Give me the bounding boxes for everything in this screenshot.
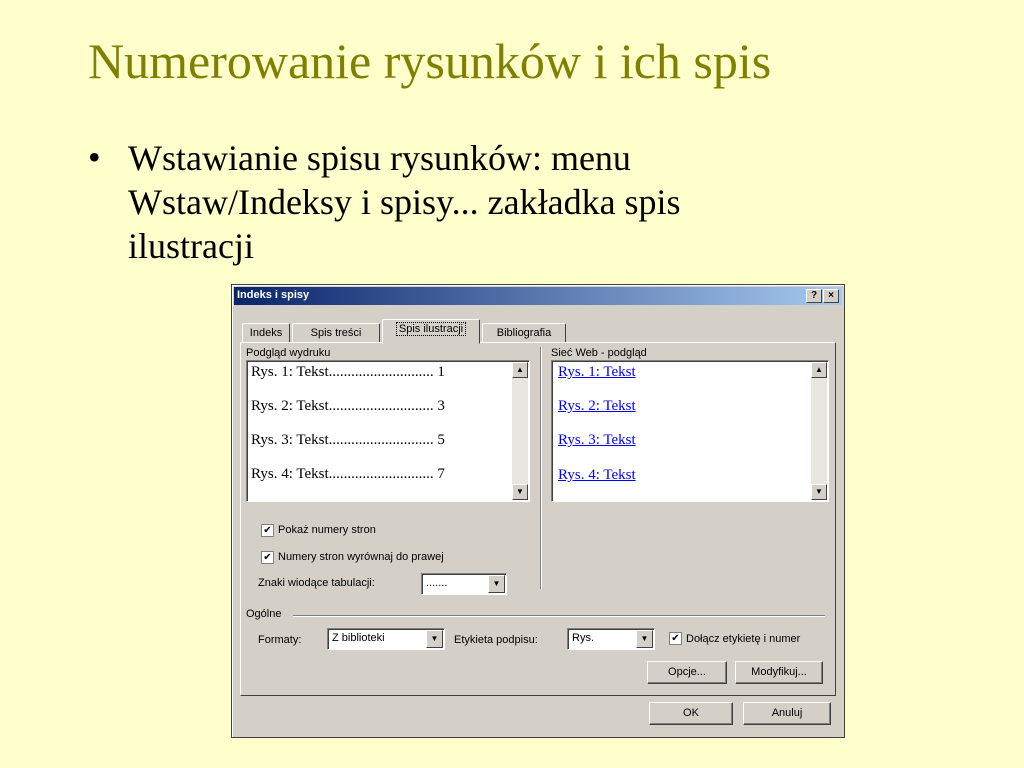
tab-panel-figures: Podgląd wydruku Rys. 1: Tekst...........… [240, 342, 836, 696]
preview-row-text: Rys. 1: Tekst [251, 364, 329, 380]
formats-select[interactable]: Z biblioteki ▼ [327, 628, 445, 650]
options-button[interactable]: Opcje... [647, 661, 727, 684]
web-preview-box[interactable]: Rys. 1: Tekst Rys. 2: Tekst Rys. 3: Teks… [551, 360, 829, 502]
tab-toc[interactable]: Spis treści [292, 323, 380, 343]
bullet-line-2: Wstaw/Indeksy i spisy... zakładka spis [128, 182, 681, 222]
tab-toc-label: Spis treści [310, 327, 362, 339]
preview-row: Rys. 1: Tekst...........................… [251, 364, 445, 381]
preview-row-page: 1 [437, 364, 445, 380]
close-button[interactable]: × [823, 289, 839, 303]
bullet-line-1: Wstawianie spisu rysunków: menu [128, 138, 631, 178]
web-preview-link[interactable]: Rys. 4: Tekst [558, 467, 636, 484]
scroll-down-icon[interactable]: ▼ [811, 484, 827, 500]
preview-row-page: 3 [437, 398, 445, 414]
tab-figures[interactable]: Spis ilustracji [382, 319, 480, 344]
bullet-dot: • [88, 137, 101, 177]
column-divider [540, 347, 542, 589]
chevron-down-icon[interactable]: ▼ [488, 575, 505, 593]
tab-index-label: Indeks [249, 327, 283, 339]
help-button[interactable]: ? [806, 289, 822, 303]
print-preview-scrollbar[interactable]: ▲ ▼ [512, 362, 528, 500]
web-preview-link[interactable]: Rys. 1: Tekst [558, 364, 636, 381]
chevron-down-icon[interactable]: ▼ [636, 630, 653, 648]
general-group-label: Ogólne [246, 608, 282, 620]
ok-button[interactable]: OK [649, 702, 733, 725]
print-preview-box[interactable]: Rys. 1: Tekst...........................… [246, 360, 530, 502]
tab-leader-label: Znaki wiodące tabulacji: [258, 577, 375, 589]
formats-value: Z biblioteki [332, 632, 385, 644]
show-page-numbers-checkbox[interactable]: ✔ [261, 524, 274, 537]
caption-label-value: Rys. [572, 632, 594, 644]
slide-title: Numerowanie rysunków i ich spis [88, 33, 772, 89]
preview-row-leader: ............................ [328, 364, 434, 380]
preview-row: Rys. 4: Tekst...........................… [251, 466, 445, 483]
preview-row-text: Rys. 2: Tekst [251, 398, 329, 414]
tab-leader-select[interactable]: ....... ▼ [421, 573, 507, 595]
preview-row-text: Rys. 3: Tekst [251, 432, 329, 448]
preview-row-leader: ............................ [328, 432, 434, 448]
dialog-titlebar[interactable]: Indeks i spisy ? × [234, 287, 842, 305]
preview-row: Rys. 2: Tekst...........................… [251, 398, 445, 415]
index-dialog: Indeks i spisy ? × Indeks Spis treści Sp… [231, 284, 845, 738]
tab-index[interactable]: Indeks [242, 323, 290, 343]
tab-leader-value: ....... [426, 577, 448, 589]
chevron-down-icon[interactable]: ▼ [426, 630, 443, 648]
scroll-up-icon[interactable]: ▲ [512, 362, 528, 378]
scroll-up-icon[interactable]: ▲ [811, 362, 827, 378]
cancel-button[interactable]: Anuluj [743, 702, 831, 725]
print-preview-label: Podgląd wydruku [246, 347, 331, 359]
tab-bibliography-label: Bibliografia [496, 327, 552, 339]
tab-bibliography[interactable]: Bibliografia [482, 323, 566, 343]
preview-row-page: 7 [437, 466, 445, 482]
bullet-text: Wstawianie spisu rysunków: menu Wstaw/In… [128, 136, 681, 268]
preview-row: Rys. 3: Tekst...........................… [251, 432, 445, 449]
preview-row-text: Rys. 4: Tekst [251, 466, 329, 482]
tab-figures-label: Spis ilustracji [395, 322, 467, 336]
preview-row-page: 5 [437, 432, 445, 448]
formats-label: Formaty: [258, 634, 302, 646]
dialog-title: Indeks i spisy [237, 289, 310, 301]
bullet-line-3: ilustracji [128, 226, 254, 266]
preview-row-leader: ............................ [328, 398, 434, 414]
caption-label-label: Etykieta podpisu: [454, 634, 538, 646]
right-align-checkbox[interactable]: ✔ [261, 551, 274, 564]
web-preview-label: Sieć Web - podgląd [551, 347, 647, 359]
modify-button[interactable]: Modyfikuj... [735, 661, 823, 684]
include-label-label: Dołącz etykietę i numer [686, 633, 801, 645]
include-label-checkbox[interactable]: ✔ [669, 632, 682, 645]
web-preview-link[interactable]: Rys. 3: Tekst [558, 432, 636, 449]
show-page-numbers-label: Pokaż numery stron [278, 524, 376, 536]
right-align-label: Numery stron wyrównaj do prawej [278, 551, 444, 563]
web-preview-scrollbar[interactable]: ▲ ▼ [811, 362, 827, 500]
scroll-down-icon[interactable]: ▼ [512, 484, 528, 500]
caption-label-select[interactable]: Rys. ▼ [567, 628, 655, 650]
general-divider [293, 615, 825, 617]
web-preview-link[interactable]: Rys. 2: Tekst [558, 398, 636, 415]
preview-row-leader: ............................ [328, 466, 434, 482]
